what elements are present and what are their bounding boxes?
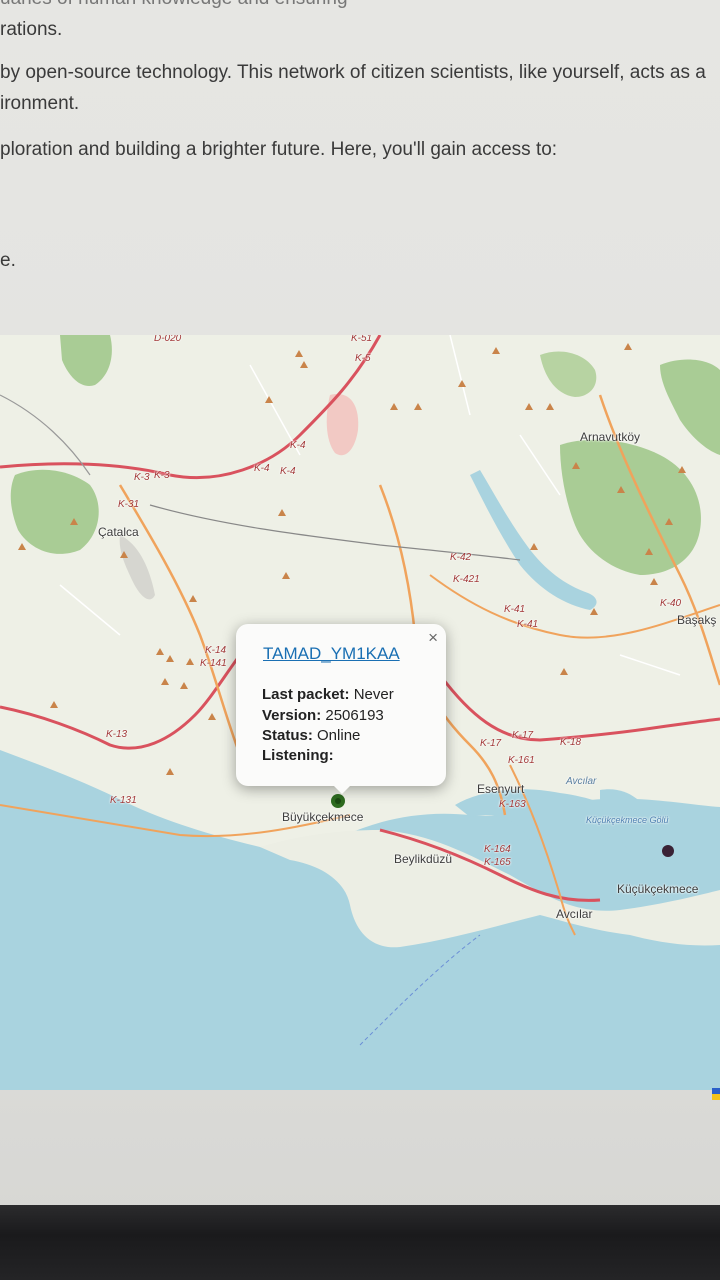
road-label-k4-c: K-4 <box>280 466 296 477</box>
road-label-k5: K-5 <box>355 353 371 364</box>
road-label-k18: K-18 <box>560 737 582 748</box>
road-label-k17-a: K-17 <box>480 738 502 749</box>
monitor-bezel <box>0 1205 720 1280</box>
road-label-k4-a: K-4 <box>290 440 306 451</box>
water-label-kucukcekmece-golu: Küçükçekmece Gölü <box>586 815 669 825</box>
last-packet-row: Last packet: Never <box>262 686 394 703</box>
status-row: Status: Online <box>262 727 360 744</box>
road-label-k3-b: K-3 <box>154 470 170 481</box>
place-label-avcilar: Avcılar <box>556 907 593 921</box>
version-label: Version: <box>262 707 326 724</box>
road-label-k42: K-42 <box>450 552 472 563</box>
road-label-k14: K-14 <box>205 645 227 656</box>
station-name-link[interactable]: TAMAD_YM1KAA <box>263 644 400 664</box>
last-packet-label: Last packet: <box>262 686 354 703</box>
version-row: Version: 2506193 <box>262 707 384 724</box>
road-label-k4-b: K-4 <box>254 463 270 474</box>
place-label-catalca: Çatalca <box>98 525 139 539</box>
water-label-avcilar: Avcılar <box>566 776 597 787</box>
road-label-k51: K-51 <box>351 335 373 344</box>
road-label-k13: K-13 <box>106 729 128 740</box>
popup-tip <box>332 784 352 794</box>
version-value: 2506193 <box>325 707 384 724</box>
place-label-esenyurt: Esenyurt <box>477 782 525 796</box>
road-label-k141: K-141 <box>200 658 227 669</box>
place-label-basaksehir: Başakş <box>677 613 717 627</box>
station-popup: × TAMAD_YM1KAA Last packet: Never Versio… <box>236 624 446 794</box>
intro-line-3: by open-source technology. This network … <box>0 62 706 83</box>
road-label-k165: K-165 <box>484 857 511 868</box>
intro-line-4: ironment. <box>0 93 80 114</box>
popup-close-button[interactable]: × <box>428 628 438 648</box>
flag-icon <box>712 1088 720 1100</box>
road-label-k164: K-164 <box>484 844 511 855</box>
road-label-d020: D-020 <box>154 335 182 344</box>
road-label-k161: K-161 <box>508 755 535 766</box>
road-label-k163: K-163 <box>499 799 526 810</box>
place-label-arnavutkoy: Arnavutköy <box>580 430 641 444</box>
intro-line-2: rations. <box>0 19 63 40</box>
last-packet-value: Never <box>353 686 394 703</box>
listening-label: Listening: <box>262 747 334 764</box>
road-label-k41-b: K-41 <box>517 619 539 630</box>
road-label-k41-a: K-41 <box>504 604 526 615</box>
listening-row: Listening: <box>262 747 334 764</box>
intro-line-5: ploration and building a brighter future… <box>0 139 558 160</box>
intro-line-1: uaries of human knowledge and ensuring <box>0 0 348 10</box>
road-label-k17-b: K-17 <box>512 730 534 741</box>
intro-line-6: e. <box>0 250 16 271</box>
road-label-k421: K-421 <box>453 574 480 585</box>
monitor-screen: uaries of human knowledge and ensuring r… <box>0 0 720 1215</box>
place-label-kucukcekmece: Küçükçekmece <box>617 882 699 896</box>
road-label-k131: K-131 <box>110 795 137 806</box>
station-marker <box>331 794 345 808</box>
status-value: Online <box>317 727 361 744</box>
road-label-k40: K-40 <box>660 598 682 609</box>
status-label: Status: <box>262 727 318 744</box>
road-label-k3-a: K-3 <box>134 472 150 483</box>
road-label-k31: K-31 <box>118 499 140 510</box>
place-label-beylikduzu: Beylikdüzü <box>394 852 453 866</box>
place-label-buyukcekmece: Büyükçekmece <box>282 810 364 824</box>
